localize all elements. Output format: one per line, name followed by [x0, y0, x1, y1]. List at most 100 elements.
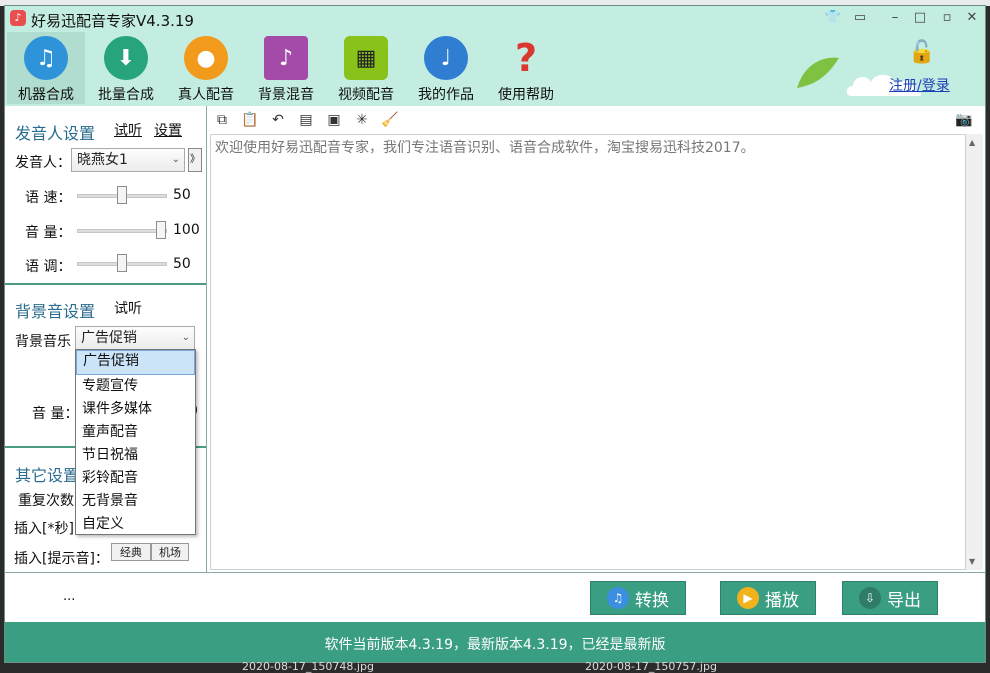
dropdown-option[interactable]: 节日祝福: [76, 444, 195, 467]
status-bar: 软件当前版本4.3.19，最新版本4.3.19，已经是最新版: [5, 622, 985, 662]
export-label: 导出: [887, 590, 921, 611]
pitch-slider[interactable]: [77, 254, 167, 272]
speed-value: 50: [173, 187, 191, 203]
minimize-icon[interactable]: –: [885, 10, 905, 25]
play-icon: ▶: [737, 587, 759, 609]
music-note-icon: ♫: [607, 587, 629, 609]
copy-icon[interactable]: ⧉: [213, 111, 231, 129]
bg-music-value: 广告促销: [81, 330, 137, 346]
toolbar-label: 批量合成: [98, 87, 154, 103]
scroll-down-icon[interactable]: ▼: [969, 557, 975, 566]
dropdown-option[interactable]: 彩铃配音: [76, 467, 195, 490]
mp3-download-icon: ⬇: [104, 36, 148, 80]
export-icon: ⇩: [859, 587, 881, 609]
divider: [5, 283, 206, 285]
dropdown-option[interactable]: 无背景音: [76, 490, 195, 513]
leaf-decoration-icon: [797, 57, 839, 88]
maximize-icon[interactable]: □: [910, 10, 930, 25]
convert-label: 转换: [635, 590, 669, 611]
voice-listen-link[interactable]: 试听: [114, 120, 142, 140]
convert-button[interactable]: ♫ 转换: [590, 581, 686, 615]
repeat-label: 重复次数: [18, 493, 74, 509]
tone-classic-button[interactable]: 经典: [111, 543, 151, 561]
menu-icon[interactable]: ▭: [850, 10, 870, 25]
dropdown-option[interactable]: 广告促销: [76, 350, 195, 375]
chevron-down-icon: ⌄: [181, 332, 190, 343]
broom-icon[interactable]: 🧹: [381, 111, 399, 129]
lock-icon: 🔓: [908, 40, 936, 65]
bg-music-label: 背景音乐: [15, 334, 71, 350]
toolbar-video-dub[interactable]: ▦ 视频配音: [327, 32, 405, 104]
bg-settings-title: 背景音设置: [15, 302, 96, 321]
dropdown-option[interactable]: 专题宣传: [76, 375, 195, 398]
progress-ellipsis: ...: [63, 589, 76, 604]
dropdown-option[interactable]: 课件多媒体: [76, 398, 195, 421]
film-icon: ▦: [344, 36, 388, 80]
toolbar-label: 机器合成: [18, 87, 74, 103]
toolbar-label: 视频配音: [338, 87, 394, 103]
music-note-blue-icon: ♩: [424, 36, 468, 80]
person-icon: ●: [184, 36, 228, 80]
speaker-label: 发音人：: [15, 155, 71, 171]
other-settings-title: 其它设置: [15, 466, 80, 485]
pitch-value: 50: [173, 256, 191, 272]
camera-icon[interactable]: 📷: [955, 111, 973, 129]
equalizer-icon: ♪: [264, 36, 308, 80]
export-button[interactable]: ⇩ 导出: [842, 581, 938, 615]
bg-listen-link[interactable]: 试听: [114, 298, 142, 318]
toolbar-label: 我的作品: [418, 87, 474, 103]
close-icon[interactable]: ✕: [962, 10, 982, 25]
paste-icon[interactable]: 📋: [241, 111, 259, 129]
undo-icon[interactable]: ↶: [269, 111, 287, 129]
play-button[interactable]: ▶ 播放: [720, 581, 816, 615]
pitch-slider-thumb[interactable]: [117, 254, 127, 272]
titlebar: ♪ 好易迅配音专家V4.3.19 👕 ▭ – □ ▫ ✕ ♫ 机器合成 ⬇ 批量…: [5, 6, 985, 106]
voice-settings-title: 发音人设置: [15, 124, 96, 143]
dropdown-option[interactable]: 自定义: [76, 513, 195, 536]
volume-value: 100: [173, 222, 200, 238]
document-icon[interactable]: ▤: [297, 111, 315, 129]
volume-label: 音 量：: [25, 225, 72, 241]
window-title: 好易迅配音专家V4.3.19: [31, 12, 194, 30]
skin-shirt-icon[interactable]: 👕: [823, 10, 843, 25]
save-icon[interactable]: ▣: [325, 111, 343, 129]
toolbar-batch-synth[interactable]: ⬇ 批量合成: [87, 32, 165, 104]
insert-tone-label: 插入[提示音]：: [14, 551, 109, 567]
volume-slider[interactable]: [77, 221, 167, 239]
toolbar-label: 背景混音: [258, 87, 314, 103]
voice-settings-link[interactable]: 设置: [154, 120, 182, 140]
scroll-up-icon[interactable]: ▲: [969, 138, 975, 147]
question-mark-icon: ?: [514, 36, 538, 80]
toolbar-label: 使用帮助: [498, 87, 554, 103]
tone-airport-button[interactable]: 机场: [151, 543, 189, 561]
login-link[interactable]: 注册/登录: [889, 75, 950, 95]
toolbar-help[interactable]: ? 使用帮助: [487, 32, 565, 104]
speed-slider[interactable]: [77, 186, 167, 204]
speaker-value: 晓燕女1: [77, 152, 128, 168]
editor-scrollbar[interactable]: ▲ ▼: [966, 134, 983, 570]
editor-content[interactable]: 欢迎使用好易迅配音专家，我们专注语音识别、语音合成软件，淘宝搜易迅科技2017。: [215, 137, 755, 157]
toolbar-my-works[interactable]: ♩ 我的作品: [407, 32, 485, 104]
action-bar: ... ♫ 转换 ▶ 播放 ⇩ 导出: [5, 572, 985, 623]
bg-music-dropdown: 广告促销 专题宣传 课件多媒体 童声配音 节日祝福 彩铃配音 无背景音 自定义: [75, 349, 196, 535]
background-file-name: 2020-08-17_150748.jpg: [242, 660, 374, 673]
speed-slider-thumb[interactable]: [117, 186, 127, 204]
restore-icon[interactable]: ▫: [937, 10, 957, 25]
text-editor[interactable]: 欢迎使用好易迅配音专家，我们专注语音识别、语音合成软件，淘宝搜易迅科技2017。: [210, 134, 966, 570]
toolbar-bg-mix[interactable]: ♪ 背景混音: [247, 32, 325, 104]
speed-label: 语 速：: [25, 190, 72, 206]
clear-icon[interactable]: ✳: [353, 111, 371, 129]
bg-music-select[interactable]: 广告促销 ⌄: [75, 326, 195, 350]
expand-button[interactable]: 》: [188, 148, 202, 172]
toolbar-human-voice[interactable]: ● 真人配音: [167, 32, 245, 104]
dropdown-option[interactable]: 童声配音: [76, 421, 195, 444]
version-status: 软件当前版本4.3.19，最新版本4.3.19，已经是最新版: [324, 637, 666, 653]
play-label: 播放: [765, 590, 799, 611]
volume-slider-thumb[interactable]: [156, 221, 166, 239]
toolbar-machine-synth[interactable]: ♫ 机器合成: [7, 32, 85, 104]
background-file-name: 2020-08-17_150757.jpg: [585, 660, 717, 673]
toolbar-label: 真人配音: [178, 87, 234, 103]
app-window: ♪ 好易迅配音专家V4.3.19 👕 ▭ – □ ▫ ✕ ♫ 机器合成 ⬇ 批量…: [4, 5, 986, 663]
chevron-down-icon: ⌄: [171, 154, 180, 165]
speaker-select[interactable]: 晓燕女1 ⌄: [71, 148, 185, 172]
